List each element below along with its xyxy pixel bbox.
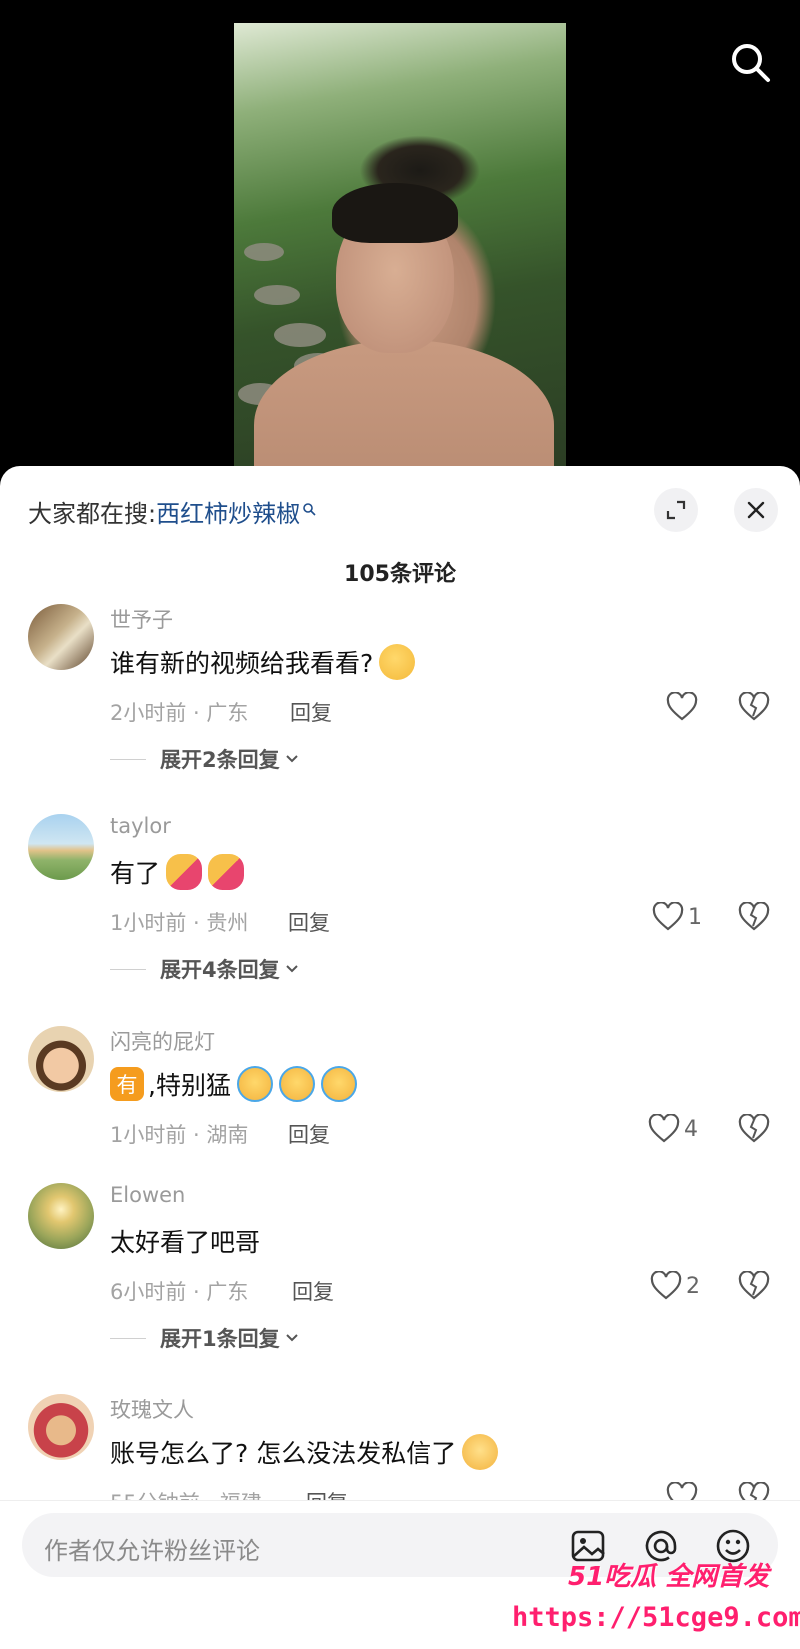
heart-icon xyxy=(666,692,698,721)
comment-meta: 6小时前 · 广东 xyxy=(110,1280,249,1304)
like-count: 1 xyxy=(688,904,702,930)
like-count: 2 xyxy=(686,1273,700,1299)
comment-count: 105条评论 xyxy=(344,562,456,587)
like-count: 4 xyxy=(684,1116,698,1142)
shocked-emoji-icon xyxy=(462,1434,499,1470)
divider xyxy=(110,968,146,970)
comment-username[interactable]: 闪亮的屁灯 xyxy=(110,1026,215,1056)
comment-input-placeholder: 作者仅允许粉丝评论 xyxy=(44,1537,260,1565)
comment-input[interactable]: 作者仅允许粉丝评论 xyxy=(22,1513,778,1577)
at-icon[interactable] xyxy=(642,1527,680,1565)
hug-emoji-icon xyxy=(208,854,245,890)
comment-username[interactable]: taylor xyxy=(110,814,171,838)
reply-button[interactable]: 回复 xyxy=(288,907,330,937)
comment-body: 谁有新的视频给我看看? xyxy=(110,649,374,678)
broken-heart-icon xyxy=(738,1113,770,1143)
comment-meta: 2小时前 · 广东 xyxy=(110,701,249,725)
divider xyxy=(110,758,146,760)
comment-username[interactable]: 世予子 xyxy=(110,604,173,634)
close-button[interactable] xyxy=(734,488,778,532)
crying-emoji-icon xyxy=(236,1066,273,1102)
crying-emoji-icon xyxy=(278,1066,315,1102)
reply-button[interactable]: 回复 xyxy=(290,697,332,727)
input-bar-container: 作者仅允许粉丝评论 xyxy=(0,1500,800,1649)
hot-search-label: 大家都在搜: xyxy=(28,500,157,528)
dislike-button[interactable] xyxy=(738,901,770,936)
dislike-button[interactable] xyxy=(738,691,770,726)
hug-emoji-icon xyxy=(166,854,203,890)
reply-button[interactable]: 回复 xyxy=(292,1276,334,1306)
expand-replies-label: 展开4条回复 xyxy=(160,958,280,982)
comment-body: 太好看了吧哥 xyxy=(110,1228,261,1257)
comment-username[interactable]: 玫瑰文人 xyxy=(110,1394,194,1424)
reply-button[interactable]: 回复 xyxy=(288,1119,330,1149)
close-icon xyxy=(747,501,765,519)
comment-text: 谁有新的视频给我看看? xyxy=(110,644,416,680)
comment-text: 有 ,特别猛 xyxy=(110,1066,357,1102)
expand-replies-label: 展开1条回复 xyxy=(160,1327,280,1351)
comment-body: ,特别猛 xyxy=(148,1071,231,1100)
comment-username[interactable]: Elowen xyxy=(110,1183,185,1207)
expand-replies-button[interactable]: 展开4条回复 xyxy=(110,954,300,984)
badge-you: 有 xyxy=(110,1067,144,1101)
like-button[interactable]: 4 xyxy=(648,1114,698,1144)
small-search-icon xyxy=(302,494,316,522)
dislike-button[interactable] xyxy=(738,1113,770,1148)
emoji-icon[interactable] xyxy=(714,1527,752,1565)
like-button[interactable]: 2 xyxy=(650,1271,700,1301)
comment-meta: 1小时前 · 湖南 xyxy=(110,1123,249,1147)
heart-icon xyxy=(648,1114,680,1143)
comment-text: 太好看了吧哥 xyxy=(110,1223,260,1259)
broken-heart-icon xyxy=(738,691,770,721)
crying-emoji-icon xyxy=(320,1066,357,1102)
video-player[interactable] xyxy=(0,0,800,480)
like-button[interactable]: 1 xyxy=(652,902,702,932)
heart-icon xyxy=(650,1271,682,1300)
comment-body: 账号怎么了? 怎么没法发私信了 xyxy=(110,1439,457,1468)
expand-replies-label: 展开2条回复 xyxy=(160,748,280,772)
chevron-down-icon xyxy=(285,965,298,973)
comment-sheet: 大家都在搜:西红柿炒辣椒 105条评论 世予子 谁有新的视频给我看看? 2小时前… xyxy=(0,466,800,1649)
image-icon[interactable] xyxy=(570,1527,608,1565)
comment-meta: 1小时前 · 贵州 xyxy=(110,911,249,935)
comment-body: 有了 xyxy=(110,859,161,888)
chevron-down-icon xyxy=(285,1334,298,1342)
broken-heart-icon xyxy=(738,1270,770,1300)
expand-replies-button[interactable]: 展开1条回复 xyxy=(110,1323,300,1353)
expand-button[interactable] xyxy=(654,488,698,532)
chevron-down-icon xyxy=(285,755,298,763)
sheet-header: 大家都在搜:西红柿炒辣椒 xyxy=(0,466,800,546)
avatar[interactable] xyxy=(28,1026,94,1092)
comment-text: 有了 xyxy=(110,854,245,890)
avatar[interactable] xyxy=(28,1183,94,1249)
comment-text: 账号怎么了? 怎么没法发私信了 xyxy=(110,1434,499,1470)
broken-heart-icon xyxy=(738,901,770,931)
like-button[interactable] xyxy=(666,692,702,722)
divider xyxy=(110,1337,146,1339)
expand-replies-button[interactable]: 展开2条回复 xyxy=(110,744,300,774)
hot-search-keyword[interactable]: 西红柿炒辣椒 xyxy=(156,500,300,528)
avatar[interactable] xyxy=(28,604,94,670)
dislike-button[interactable] xyxy=(738,1270,770,1305)
heart-icon xyxy=(652,902,684,931)
search-icon[interactable] xyxy=(728,40,772,84)
video-frame[interactable] xyxy=(234,23,566,470)
thinking-emoji-icon xyxy=(379,644,416,680)
hot-search[interactable]: 大家都在搜:西红柿炒辣椒 xyxy=(28,494,316,529)
expand-icon xyxy=(666,500,686,520)
avatar[interactable] xyxy=(28,1394,94,1460)
avatar[interactable] xyxy=(28,814,94,880)
